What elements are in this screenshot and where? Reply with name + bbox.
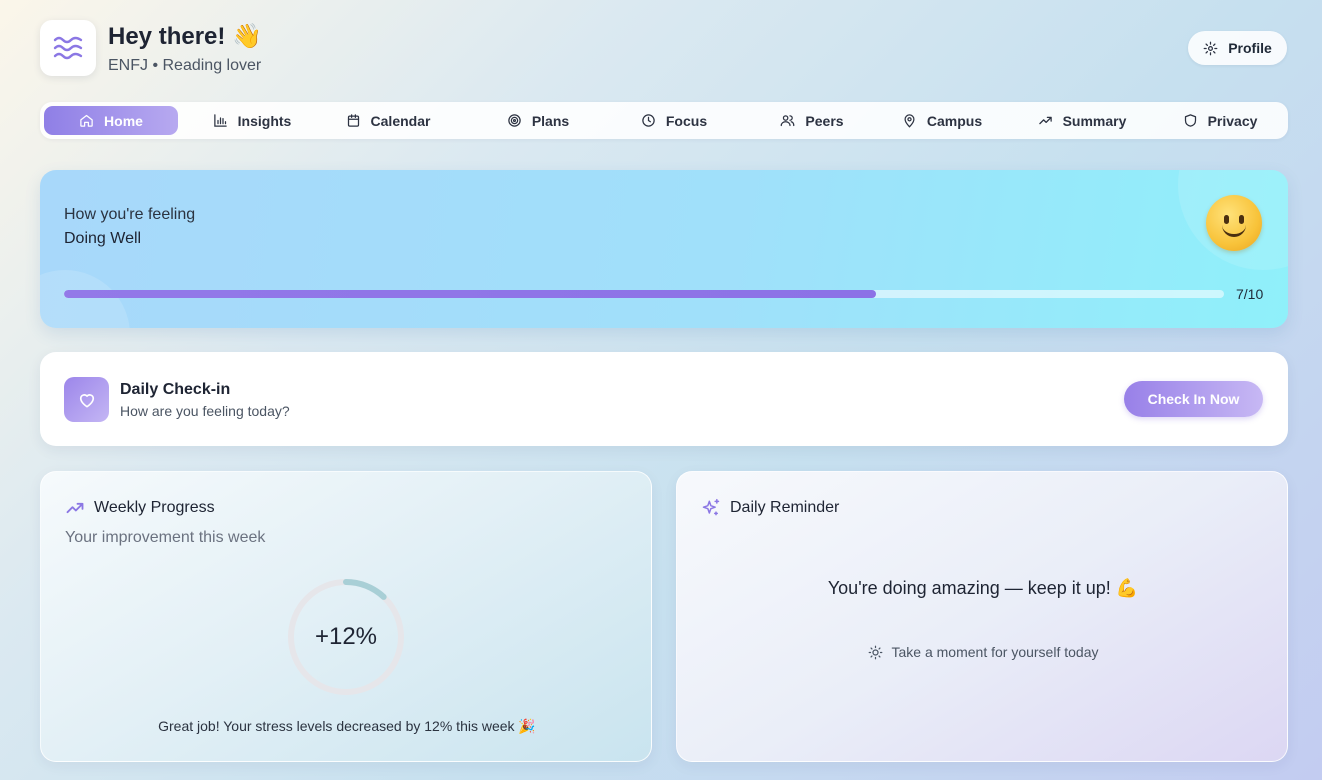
- reminder-tip: Take a moment for yourself today: [677, 644, 1289, 660]
- weekly-progress-subtitle: Your improvement this week: [65, 529, 266, 546]
- trending-up-icon: [66, 502, 84, 514]
- tab-label: Plans: [531, 112, 570, 129]
- heart-icon: [79, 393, 94, 407]
- tab-insights[interactable]: Insights: [202, 106, 302, 135]
- user-subtitle: ENFJ • Reading lover: [108, 57, 262, 74]
- checkin-title: Daily Check-in: [120, 381, 231, 398]
- tab-home[interactable]: Home: [44, 106, 178, 135]
- tab-campus[interactable]: Campus: [892, 106, 992, 135]
- reminder-tip-text: Take a moment for yourself today: [891, 644, 1099, 660]
- slightly-smiling-face-icon: [1206, 195, 1262, 251]
- tab-calendar[interactable]: Calendar: [338, 106, 438, 135]
- clock-icon: [642, 114, 655, 127]
- mood-card: How you're feeling Doing Well 7/10: [40, 170, 1288, 328]
- tab-plans[interactable]: Plans: [488, 106, 588, 135]
- profile-button[interactable]: Profile: [1188, 31, 1287, 65]
- reminder-message: You're doing amazing — keep it up! 💪: [827, 578, 1139, 598]
- daily-checkin-card: Daily Check-in How are you feeling today…: [40, 352, 1288, 446]
- tab-label: Focus: [665, 112, 708, 129]
- bar-chart-icon: [213, 114, 227, 127]
- greeting-title: Hey there! 👋: [108, 23, 262, 50]
- progress-ring-value: +12%: [314, 623, 378, 650]
- profile-label: Profile: [1228, 40, 1272, 56]
- mood-progress-fill: [64, 290, 876, 298]
- tab-label: Insights: [237, 112, 292, 129]
- checkin-subtitle: How are you feeling today?: [120, 403, 290, 419]
- weekly-progress-card: Weekly Progress Your improvement this we…: [40, 471, 652, 762]
- sparkles-icon: [702, 498, 720, 516]
- check-in-now-button[interactable]: Check In Now: [1124, 381, 1263, 417]
- app-logo[interactable]: [40, 20, 96, 76]
- tab-label: Calendar: [370, 112, 431, 129]
- trending-up-icon: [1038, 116, 1052, 125]
- mood-score: 7/10: [1236, 286, 1264, 302]
- tab-peers[interactable]: Peers: [762, 106, 862, 135]
- gear-icon: [1203, 41, 1218, 55]
- home-icon: [80, 114, 93, 127]
- daily-reminder-header: Daily Reminder: [701, 498, 839, 518]
- tab-privacy[interactable]: Privacy: [1170, 106, 1270, 135]
- tab-label: Campus: [926, 112, 983, 129]
- target-icon: [508, 114, 521, 127]
- mood-progress-bar: [64, 290, 1224, 298]
- decorative-blob: [40, 270, 130, 328]
- daily-reminder-card: Daily Reminder You're doing amazing — ke…: [676, 471, 1288, 762]
- weekly-progress-header: Weekly Progress: [65, 498, 215, 518]
- tab-label: Home: [104, 112, 143, 129]
- sun-icon: [868, 645, 882, 659]
- tab-summary[interactable]: Summary: [1028, 106, 1136, 135]
- weekly-progress-title: Weekly Progress: [94, 499, 215, 516]
- daily-reminder-title: Daily Reminder: [730, 499, 840, 516]
- main-nav: Home Insights Calendar Plans Focus Peers…: [40, 102, 1288, 139]
- tab-label: Summary: [1062, 112, 1127, 129]
- shield-icon: [1184, 114, 1196, 127]
- tab-label: Privacy: [1207, 112, 1258, 129]
- waves-icon: [53, 36, 83, 60]
- mood-label: How you're feeling: [64, 206, 196, 223]
- tab-label: Peers: [805, 112, 844, 129]
- map-pin-icon: [904, 114, 915, 128]
- calendar-icon: [347, 114, 359, 127]
- mood-value: Doing Well: [64, 230, 142, 247]
- tab-focus[interactable]: Focus: [624, 106, 724, 135]
- users-icon: [781, 115, 795, 127]
- checkin-icon-tile: [64, 377, 109, 422]
- weekly-progress-note: Great job! Your stress levels decreased …: [158, 718, 536, 734]
